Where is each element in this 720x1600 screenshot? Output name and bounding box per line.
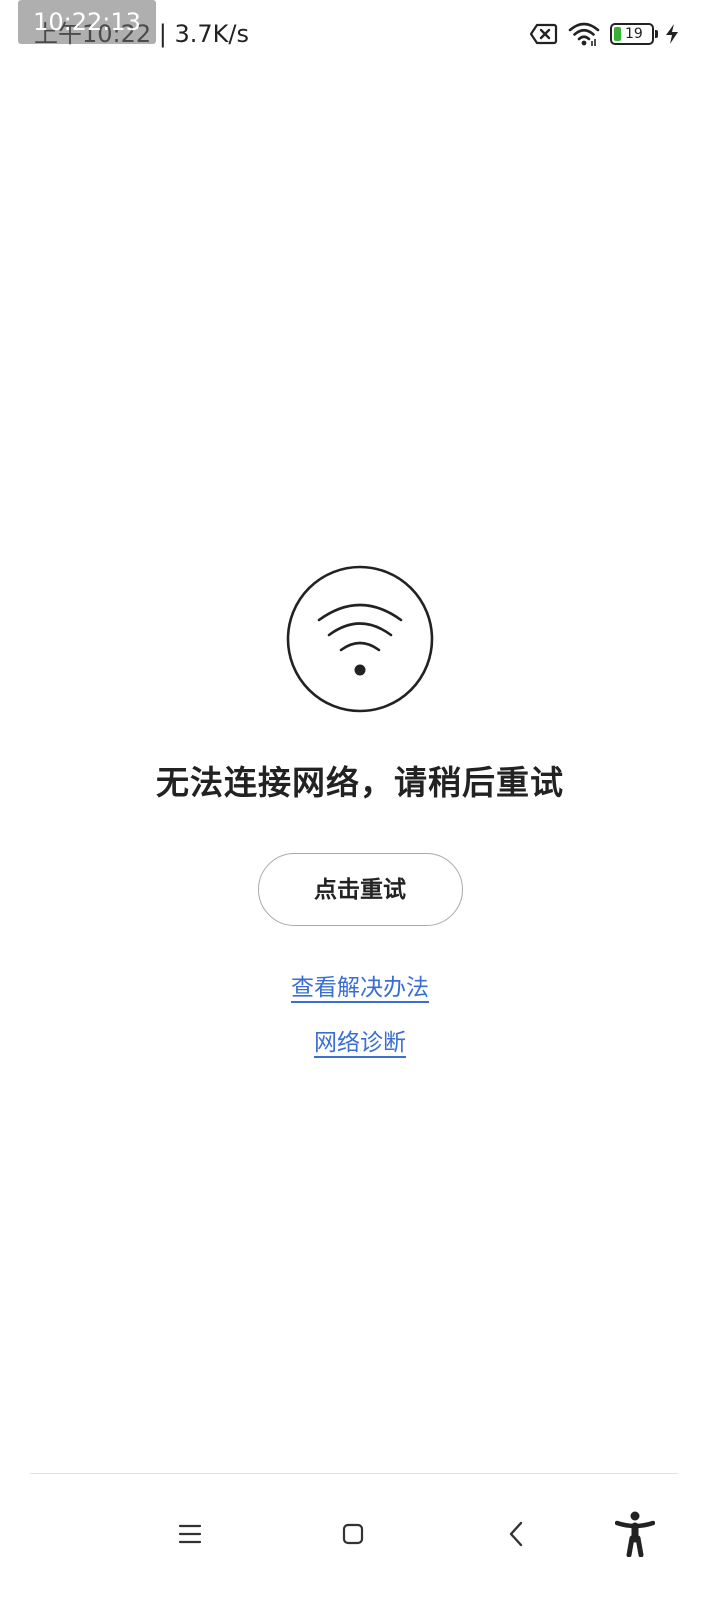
battery-fill [614, 27, 621, 41]
wifi-icon [286, 565, 434, 713]
back-button[interactable] [476, 1494, 556, 1574]
screen: 上午10:22 | 3.7K/s 10:22:13 19 [0, 0, 720, 1600]
status-bar: 上午10:22 | 3.7K/s 10:22:13 19 [0, 0, 720, 70]
back-icon [509, 1521, 523, 1547]
screen-recording-timer[interactable]: 10:22:13 [18, 0, 156, 44]
battery-icon: 19 [610, 23, 658, 45]
menu-button[interactable] [150, 1494, 230, 1574]
network-error-panel: 无法连接网络，请稍后重试 点击重试 查看解决办法 网络诊断 [0, 565, 720, 1058]
sim-disabled-icon [530, 23, 558, 45]
charging-icon [666, 24, 678, 44]
retry-button[interactable]: 点击重试 [257, 853, 463, 926]
battery-level: 19 [625, 26, 643, 42]
navigation-bar [0, 1474, 720, 1600]
wifi-icon [568, 22, 600, 46]
accessibility-icon [615, 1511, 655, 1557]
home-icon [342, 1523, 364, 1545]
error-title: 无法连接网络，请稍后重试 [156, 763, 564, 802]
home-button[interactable] [313, 1494, 393, 1574]
status-icons: 19 [530, 18, 680, 50]
view-solutions-link[interactable]: 查看解决办法 [291, 973, 429, 1003]
accessibility-button[interactable] [595, 1494, 675, 1574]
network-diagnosis-link[interactable]: 网络诊断 [314, 1028, 406, 1058]
menu-icon [178, 1524, 202, 1544]
